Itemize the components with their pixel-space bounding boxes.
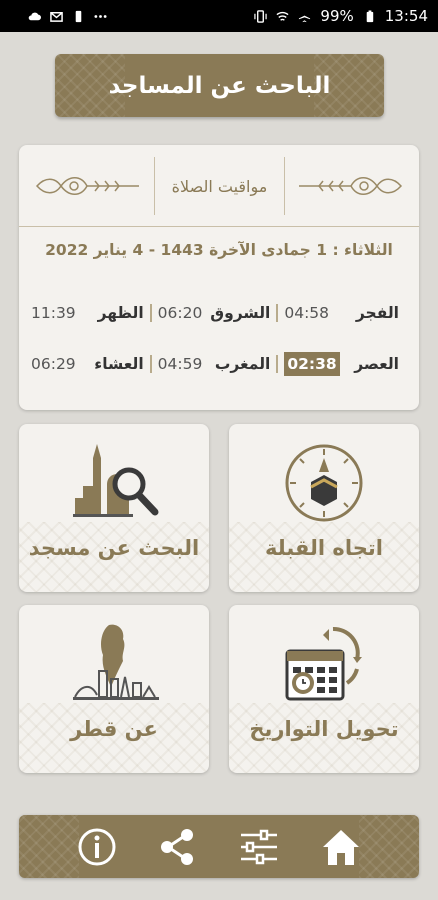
date-conversion-label: تحويل التواريخ: [249, 717, 399, 741]
qibla-direction-tile[interactable]: اتجاه القبلة: [229, 424, 419, 592]
prayer-name: الشروق: [210, 304, 271, 322]
share-icon: [161, 829, 193, 865]
info-icon: [78, 828, 116, 866]
prayer-name: المغرب: [214, 355, 271, 373]
mosque-search-label: البحث عن مسجد: [28, 536, 200, 560]
prayer-name: العصر: [354, 355, 399, 373]
prayer-card-header: مواقيت الصلاة: [19, 145, 419, 227]
mosque-search-tile[interactable]: البحث عن مسجد: [19, 424, 209, 592]
prayer-dhuhr: الظهر 11:39: [25, 304, 152, 322]
prayer-card-title: مواقيت الصلاة: [154, 157, 285, 215]
qibla-compass-icon: [285, 444, 363, 522]
about-qatar-tile[interactable]: عن قطر: [19, 605, 209, 773]
prayer-shuruq: الشروق 06:20: [152, 304, 279, 322]
prayer-maghrib: المغرب 04:59: [152, 355, 279, 373]
prayer-time: 06:20: [157, 304, 203, 322]
airplane-icon: [299, 10, 311, 22]
gmail-icon: [50, 11, 63, 22]
app-header: الباحث عن المساجد: [55, 54, 384, 117]
prayer-time: 04:59: [157, 355, 203, 373]
home-button[interactable]: [319, 825, 363, 869]
more-dots-icon: [94, 14, 107, 18]
prayer-times-card[interactable]: مواقيت الصلاة الثلاثاء : 1 جمادى الآخرة …: [19, 145, 419, 410]
prayer-asr: العصر 02:38: [278, 352, 405, 376]
about-qatar-label: عن قطر: [70, 717, 158, 741]
home-icon: [323, 830, 359, 865]
status-right-icons: 99% 13:54: [254, 7, 428, 25]
vibrate-icon: [254, 9, 268, 23]
qibla-tile-label: اتجاه القبلة: [265, 536, 383, 560]
app-title: الباحث عن المساجد: [108, 72, 331, 99]
calendar-convert-icon: [285, 626, 362, 701]
settings-button[interactable]: [237, 825, 281, 869]
info-button[interactable]: [75, 825, 119, 869]
prayer-row-1: الفجر 04:58 الشروق 06:20 الظهر 11:39: [19, 297, 419, 329]
clock: 13:54: [384, 7, 428, 25]
mosque-search-icon: [73, 444, 159, 517]
date-conversion-tile[interactable]: تحويل التواريخ: [229, 605, 419, 773]
share-button[interactable]: [156, 825, 200, 869]
prayer-name: الفجر: [355, 304, 399, 322]
prayer-name: الظهر: [97, 304, 144, 322]
prayer-date-line: الثلاثاء : 1 جمادى الآخرة 1443 - 4 يناير…: [45, 241, 393, 259]
status-bar: 99% 13:54: [0, 0, 438, 32]
wifi-icon: [276, 11, 289, 21]
nav-pattern-left: [19, 815, 79, 878]
cloud-icon: [28, 12, 41, 20]
battery-icon: [366, 9, 373, 22]
prayer-time: 06:29: [31, 355, 76, 373]
status-left-icons: [28, 10, 107, 23]
prayer-time-current: 02:38: [284, 352, 340, 376]
qatar-map-skyline-icon: [73, 624, 159, 700]
settings-sliders-icon: [241, 829, 277, 865]
prayer-name: العشاء: [94, 355, 144, 373]
bag-icon: [75, 10, 82, 22]
prayer-isha: العشاء 06:29: [25, 355, 152, 373]
bottom-nav-bar: [19, 815, 419, 878]
prayer-time: 04:58: [284, 304, 330, 322]
nav-pattern-right: [359, 815, 419, 878]
ornament-right-icon: [299, 177, 403, 195]
battery-percent: 99%: [320, 7, 354, 25]
prayer-fajr: الفجر 04:58: [278, 304, 405, 322]
ornament-left-icon: [35, 177, 139, 195]
prayer-time: 11:39: [31, 304, 76, 322]
prayer-row-2: العصر 02:38 المغرب 04:59 العشاء 06:29: [19, 348, 419, 380]
